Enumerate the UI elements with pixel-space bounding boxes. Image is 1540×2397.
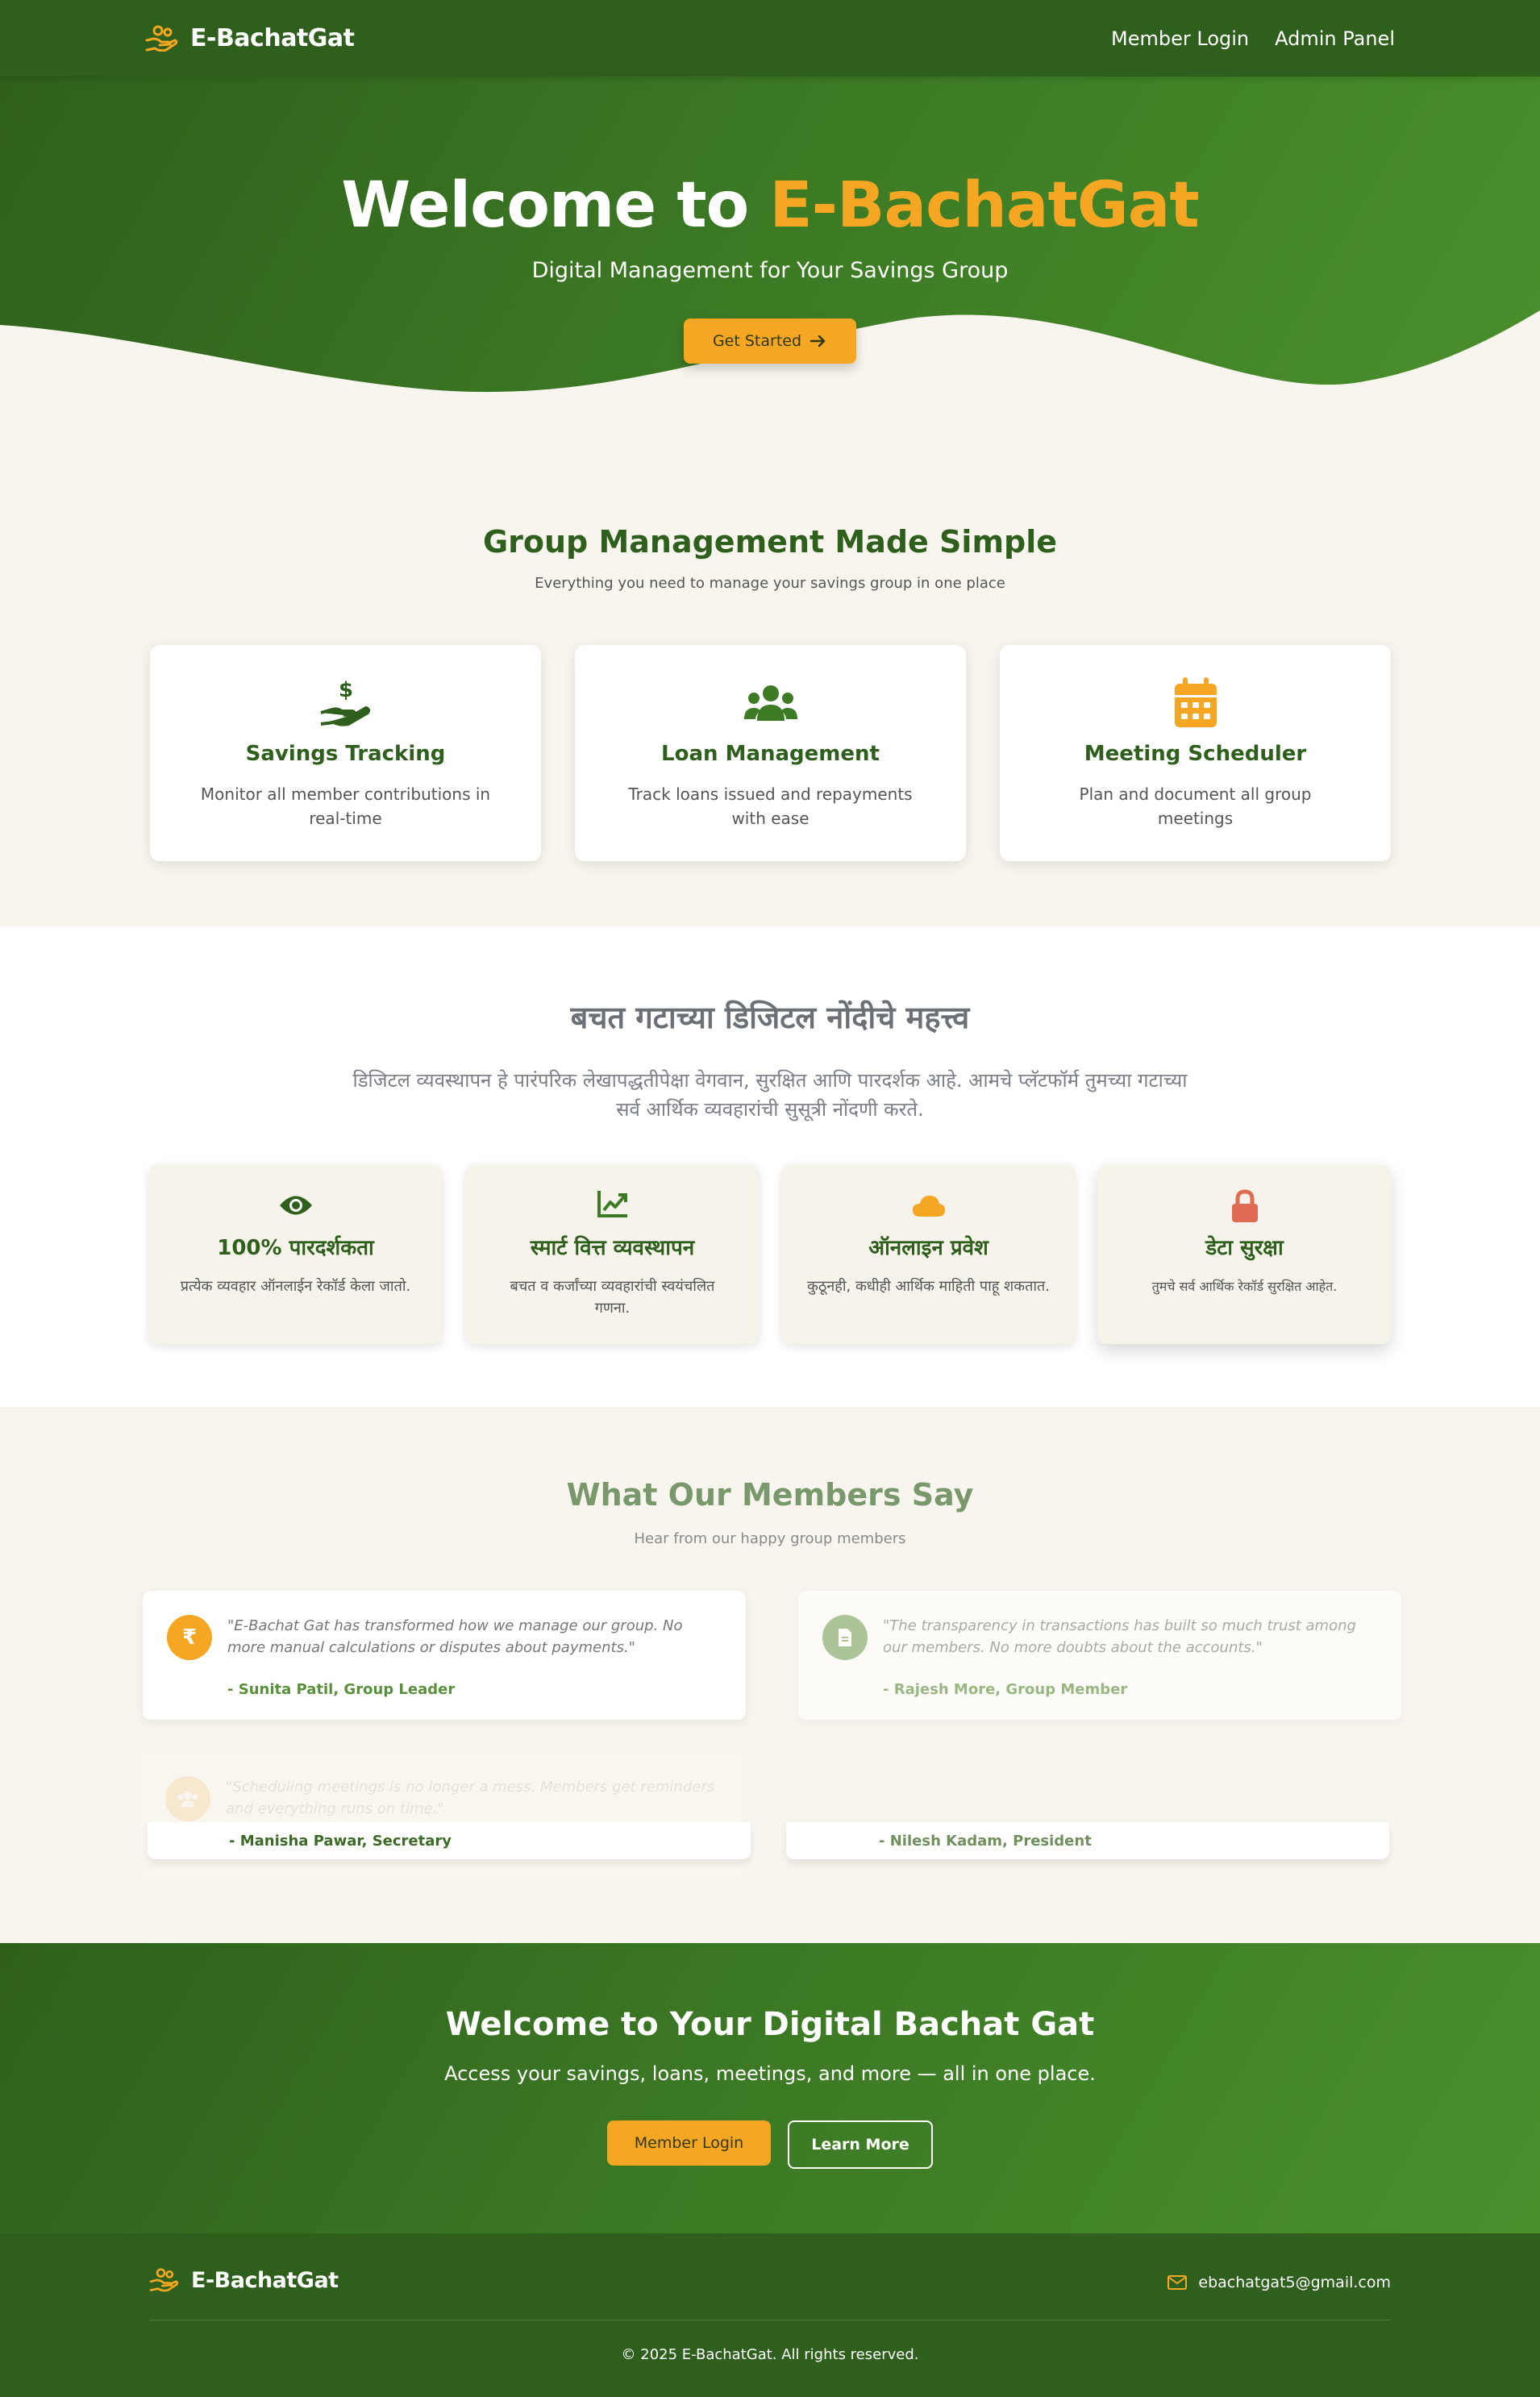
importance-card-online: ऑनलाइन प्रवेश कुठूनही, कधीही आर्थिक माहि… xyxy=(782,1165,1075,1344)
cta-title: Welcome to Your Digital Bachat Gat xyxy=(445,2006,1095,2043)
feature-desc: Monitor all member contributions in real… xyxy=(200,784,491,828)
hand-coins-icon xyxy=(145,25,178,52)
users-icon xyxy=(743,685,797,721)
document-icon xyxy=(822,1615,868,1660)
importance-card-title: ऑनलाइन प्रवेश xyxy=(868,1236,989,1260)
testimonial-author: - Rajesh More, Group Member xyxy=(883,1681,1128,1698)
importance-card-desc: प्रत्येक व्यवहार ऑनलाईन रेकॉर्ड केला जात… xyxy=(180,1278,411,1295)
importance-desc: डिजिटल व्यवस्थापन हे पारंपरिक लेखापद्धती… xyxy=(352,1069,1188,1121)
testimonial-card: - Nilesh Kadam, President xyxy=(786,1822,1389,1859)
hero-subtitle: Digital Management for Your Savings Grou… xyxy=(531,258,1009,283)
svg-text:$: $ xyxy=(338,678,352,702)
testimonial-card: - Manisha Pawar, Secretary xyxy=(148,1822,751,1859)
testimonial-card: "The transparency in transactions has bu… xyxy=(798,1591,1401,1720)
feature-card-savings: $ Savings Tracking Monitor all member co… xyxy=(150,645,541,861)
testimonial-quote: "E-Bachat Gat has transformed how we man… xyxy=(227,1617,683,1656)
nav-admin-panel[interactable]: Admin Panel xyxy=(1275,27,1395,50)
learn-more-button[interactable]: Learn More xyxy=(788,2120,933,2169)
testimonials-subtitle: Hear from our happy group members xyxy=(634,1530,906,1547)
footer-copyright: © 2025 E-BachatGat. All rights reserved. xyxy=(621,2346,919,2363)
brand-name: E-BachatGat xyxy=(190,24,355,52)
users-icon xyxy=(165,1776,210,1821)
importance-section: बचत गटाच्या डिजिटल नोंदीचे महत्त्व डिजिट… xyxy=(0,927,1540,1407)
footer: E-BachatGat ebachatgat5@gmail.com © 2025… xyxy=(0,2233,1540,2397)
testimonials-title: What Our Members Say xyxy=(566,1477,974,1513)
testimonials-section: What Our Members Say Hear from our happy… xyxy=(0,1407,1540,1943)
hand-dollar-icon: $ xyxy=(319,678,370,726)
importance-title: बचत गटाच्या डिजिटल नोंदीचे महत्त्व xyxy=(570,1000,970,1035)
feature-desc: Plan and document all group meetings xyxy=(1079,784,1312,828)
calendar-icon xyxy=(1174,677,1217,727)
importance-card-desc: तुमचे सर्व आर्थिक रेकॉर्ड सुरक्षित आहेत. xyxy=(1151,1279,1338,1294)
features-section: Group Management Made Simple Everything … xyxy=(0,399,1540,927)
navbar: E-BachatGat Member Login Admin Panel xyxy=(0,0,1540,77)
features-title: Group Management Made Simple xyxy=(482,524,1058,560)
importance-card-desc: बचत व कर्जांच्या व्यवहारांची स्वयंचलित ग… xyxy=(510,1278,715,1317)
testimonial-author: - Sunita Patil, Group Leader xyxy=(227,1681,456,1698)
rupee-icon: ₹ xyxy=(167,1615,212,1660)
nav-links: Member Login Admin Panel xyxy=(1111,27,1395,50)
member-login-button[interactable]: Member Login xyxy=(607,2120,771,2166)
eye-icon xyxy=(279,1196,312,1215)
hero-section: Welcome to E-BachatGat Digital Managemen… xyxy=(0,77,1540,399)
testimonial-author: - Manisha Pawar, Secretary xyxy=(229,1833,452,1850)
feature-card-loans: Loan Management Track loans issued and r… xyxy=(575,645,966,861)
importance-card-desc: कुठूनही, कधीही आर्थिक माहिती पाहू शकतात. xyxy=(807,1278,1050,1295)
get-started-label: Get Started xyxy=(712,332,802,350)
feature-title: Meeting Scheduler xyxy=(1084,742,1307,766)
footer-brand[interactable]: E-BachatGat xyxy=(149,2267,339,2293)
feature-desc: Track loans issued and repayments with e… xyxy=(628,784,913,828)
footer-brand-name: E-BachatGat xyxy=(191,2267,339,2293)
footer-email[interactable]: ebachatgat5@gmail.com xyxy=(1167,2274,1391,2291)
importance-card-title: 100% पारदर्शकता xyxy=(217,1236,374,1260)
feature-title: Loan Management xyxy=(661,742,880,766)
chart-line-icon xyxy=(597,1191,627,1217)
cta-subtitle: Access your savings, loans, meetings, an… xyxy=(444,2062,1096,2085)
features-subtitle: Everything you need to manage your savin… xyxy=(535,575,1005,592)
arrow-right-icon xyxy=(810,335,826,347)
footer-email-text: ebachatgat5@gmail.com xyxy=(1198,2274,1391,2291)
testimonial-card-fading: "Scheduling meetings is no longer a mess… xyxy=(141,1752,744,1881)
brand-logo[interactable]: E-BachatGat xyxy=(145,24,355,53)
importance-card-finance: स्मार्ट वित्त व्यवस्थापन बचत व कर्जांच्य… xyxy=(466,1165,759,1344)
lock-icon xyxy=(1231,1189,1258,1222)
testimonial-author: - Nilesh Kadam, President xyxy=(879,1833,1092,1850)
testimonial-quote: "The transparency in transactions has bu… xyxy=(883,1617,1356,1656)
hand-coins-icon xyxy=(149,2268,179,2292)
feature-title: Savings Tracking xyxy=(245,742,446,766)
testimonial-card: ₹ "E-Bachat Gat has transformed how we m… xyxy=(143,1591,746,1720)
cta-section: Welcome to Your Digital Bachat Gat Acces… xyxy=(0,1943,1540,2233)
hero-title: Welcome to E-BachatGat xyxy=(341,169,1199,242)
feature-card-meetings: Meeting Scheduler Plan and document all … xyxy=(1000,645,1391,861)
envelope-icon xyxy=(1167,2275,1188,2290)
testimonial-quote: "Scheduling meetings is no longer a mess… xyxy=(226,1779,715,1817)
get-started-button[interactable]: Get Started xyxy=(684,318,856,364)
importance-card-title: डेटा सुरक्षा xyxy=(1205,1236,1284,1260)
importance-card-title: स्मार्ट वित्त व्यवस्थापन xyxy=(530,1236,695,1260)
importance-card-security: डेटा सुरक्षा तुमचे सर्व आर्थिक रेकॉर्ड स… xyxy=(1098,1165,1391,1344)
importance-card-transparency: 100% पारदर्शकता प्रत्येक व्यवहार ऑनलाईन … xyxy=(149,1165,442,1344)
cloud-icon xyxy=(912,1196,945,1217)
nav-member-login[interactable]: Member Login xyxy=(1111,27,1249,50)
